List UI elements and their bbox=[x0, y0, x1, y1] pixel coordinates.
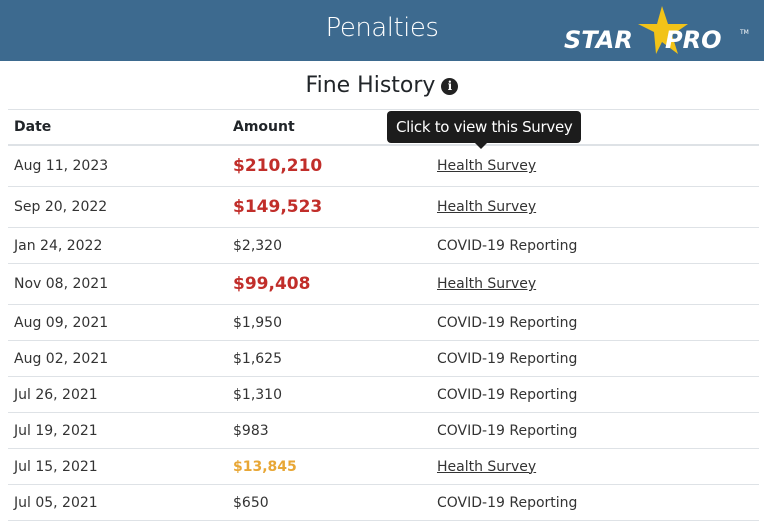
table-row: Jan 24, 2022 $2,320 COVID-19 Reporting bbox=[8, 227, 759, 264]
fine-type: COVID-19 Reporting bbox=[431, 340, 759, 377]
fine-amount: $983 bbox=[227, 412, 431, 449]
column-header-date[interactable]: Date bbox=[8, 109, 227, 146]
fine-amount-value: $13,845 bbox=[233, 458, 297, 475]
fine-amount-value: $1,625 bbox=[233, 350, 282, 367]
fine-type: Health Survey bbox=[431, 263, 759, 305]
fine-amount-value: $1,950 bbox=[233, 314, 282, 331]
fine-date: Jul 05, 2021 bbox=[8, 484, 227, 521]
fine-type-text: COVID-19 Reporting bbox=[437, 422, 578, 439]
section-title: Fine History i bbox=[0, 73, 764, 109]
table-row: Jul 26, 2021 $1,310 COVID-19 Reporting bbox=[8, 376, 759, 413]
fine-type-text: COVID-19 Reporting bbox=[437, 494, 578, 511]
fine-date: Nov 08, 2021 bbox=[8, 263, 227, 305]
fine-type: Health Survey bbox=[431, 145, 759, 187]
fine-amount: $1,625 bbox=[227, 340, 431, 377]
table-row: Jul 15, 2021 $13,845 Health Survey bbox=[8, 448, 759, 485]
fine-amount-value: $210,210 bbox=[233, 156, 323, 176]
fine-type: COVID-19 Reporting bbox=[431, 376, 759, 413]
fine-type: COVID-19 Reporting bbox=[431, 304, 759, 341]
fine-amount: $2,320 bbox=[227, 227, 431, 264]
page-header: Penalties STAR PRO TM bbox=[0, 0, 764, 61]
info-circle-icon[interactable]: i bbox=[441, 78, 459, 95]
fine-type-text: COVID-19 Reporting bbox=[437, 237, 578, 254]
fine-amount: $210,210 bbox=[227, 145, 431, 187]
table-row: Aug 09, 2021 $1,950 COVID-19 Reporting bbox=[8, 304, 759, 341]
fine-type: Health Survey bbox=[431, 186, 759, 228]
fine-amount-value: $99,408 bbox=[233, 274, 311, 294]
fine-amount-value: $149,523 bbox=[233, 197, 323, 217]
table-row: Sep 20, 2022 $149,523 Health Survey bbox=[8, 186, 759, 228]
survey-link[interactable]: Health Survey bbox=[437, 459, 536, 475]
fine-date: Jan 24, 2022 bbox=[8, 227, 227, 264]
fine-date: Jul 19, 2021 bbox=[8, 412, 227, 449]
survey-link[interactable]: Health Survey bbox=[437, 158, 536, 174]
fine-date: Sep 20, 2022 bbox=[8, 186, 227, 228]
survey-link[interactable]: Health Survey bbox=[437, 276, 536, 292]
fine-amount: $13,845 bbox=[227, 448, 431, 485]
fine-amount: $1,310 bbox=[227, 376, 431, 413]
table-row: Aug 02, 2021 $1,625 COVID-19 Reporting bbox=[8, 340, 759, 377]
fine-amount-value: $2,320 bbox=[233, 237, 282, 254]
fine-date: Jul 15, 2021 bbox=[8, 448, 227, 485]
fine-type: COVID-19 Reporting bbox=[431, 412, 759, 449]
fine-date: Jul 26, 2021 bbox=[8, 376, 227, 413]
table-row: Jul 19, 2021 $983 COVID-19 Reporting bbox=[8, 412, 759, 449]
fine-type-text: COVID-19 Reporting bbox=[437, 314, 578, 331]
fine-amount: $1,950 bbox=[227, 304, 431, 341]
fine-type-text: COVID-19 Reporting bbox=[437, 386, 578, 403]
table-row: Aug 11, 2023 $210,210 Health Survey bbox=[8, 145, 759, 187]
svg-text:STAR: STAR bbox=[564, 26, 633, 54]
survey-link[interactable]: Health Survey bbox=[437, 199, 536, 215]
fine-type-text: COVID-19 Reporting bbox=[437, 350, 578, 367]
tooltip: Click to view this Survey bbox=[387, 111, 582, 149]
fine-amount: $99,408 bbox=[227, 263, 431, 305]
table-row: Nov 08, 2021 $99,408 Health Survey bbox=[8, 263, 759, 305]
fine-date: Aug 11, 2023 bbox=[8, 145, 227, 187]
svg-text:TM: TM bbox=[739, 29, 749, 36]
fine-date: Aug 02, 2021 bbox=[8, 340, 227, 377]
table-row: Jul 05, 2021 $650 COVID-19 Reporting bbox=[8, 484, 759, 521]
fine-amount-value: $650 bbox=[233, 494, 269, 511]
fine-type: COVID-19 Reporting bbox=[431, 484, 759, 521]
fine-type: Health Survey bbox=[431, 448, 759, 485]
fine-amount: $650 bbox=[227, 484, 431, 521]
fine-history-table: Date Amount Aug 11, 2023 $210,210 Health… bbox=[8, 109, 759, 521]
starpro-logo: STAR PRO TM bbox=[564, 6, 749, 54]
fine-date: Aug 09, 2021 bbox=[8, 304, 227, 341]
fine-type: COVID-19 Reporting bbox=[431, 227, 759, 264]
fine-amount: $149,523 bbox=[227, 186, 431, 228]
fine-amount-value: $1,310 bbox=[233, 386, 282, 403]
fine-amount-value: $983 bbox=[233, 422, 269, 439]
svg-text:PRO: PRO bbox=[665, 26, 721, 54]
